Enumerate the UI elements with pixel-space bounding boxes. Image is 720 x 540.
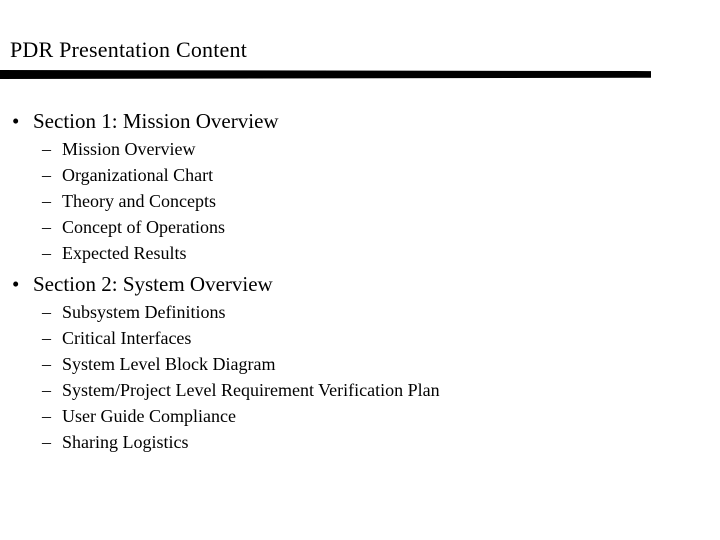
section-2-heading: • Section 2: System Overview (0, 269, 720, 299)
list-item: – Sharing Logistics (0, 429, 720, 455)
dash-icon: – (42, 432, 51, 452)
dash-icon: – (42, 243, 51, 263)
list-item-label: System/Project Level Requirement Verific… (62, 380, 440, 400)
list-item-label: Critical Interfaces (62, 328, 192, 348)
dash-icon: – (42, 328, 51, 348)
section-1-heading: • Section 1: Mission Overview (0, 106, 720, 136)
dash-icon: – (42, 302, 51, 322)
list-item-label: Theory and Concepts (62, 191, 216, 211)
dash-icon: – (42, 165, 51, 185)
list-item: – Mission Overview (0, 136, 720, 162)
section-1-item-list: – Mission Overview – Organizational Char… (0, 136, 720, 266)
list-item: – Critical Interfaces (0, 325, 720, 351)
dash-icon: – (42, 217, 51, 237)
list-item-label: System Level Block Diagram (62, 354, 276, 374)
title-divider-rule (0, 70, 651, 79)
outline-body: • Section 1: Mission Overview – Mission … (0, 106, 720, 455)
list-item-label: User Guide Compliance (62, 406, 236, 426)
slide-footer: RockSat-C 2012 PDR 2 N (0, 482, 720, 540)
dash-icon: – (42, 406, 51, 426)
section-1-heading-label: Section 1: Mission Overview (33, 109, 279, 133)
list-item: – Subsystem Definitions (0, 299, 720, 325)
dash-icon: – (42, 354, 51, 374)
list-item: – Theory and Concepts (0, 188, 720, 214)
page-title: PDR Presentation Content (10, 37, 248, 62)
list-item-label: Mission Overview (62, 139, 196, 159)
list-item-label: Organizational Chart (62, 165, 214, 185)
presentation-slide: PDR Presentation Content • Section 1: Mi… (0, 0, 720, 540)
list-item-label: Concept of Operations (62, 217, 225, 237)
outline-section-1: • Section 1: Mission Overview – Mission … (0, 106, 720, 266)
bullet-icon: • (12, 109, 20, 133)
dash-icon: – (42, 191, 51, 211)
list-item-label: Subsystem Definitions (62, 302, 226, 322)
section-2-heading-label: Section 2: System Overview (33, 272, 273, 296)
bullet-icon: • (12, 272, 20, 296)
list-item: – Organizational Chart (0, 162, 720, 188)
dash-icon: – (42, 380, 51, 400)
list-item-label: Sharing Logistics (62, 432, 189, 452)
dash-icon: – (42, 139, 51, 159)
list-item: – Concept of Operations (0, 214, 720, 240)
list-item: – System/Project Level Requirement Verif… (0, 377, 720, 403)
outline-section-2: • Section 2: System Overview – Subsystem… (0, 269, 720, 455)
list-item-label: Expected Results (62, 243, 187, 263)
list-item: – Expected Results (0, 240, 720, 266)
list-item: – User Guide Compliance (0, 403, 720, 429)
section-2-item-list: – Subsystem Definitions – Critical Inter… (0, 299, 720, 455)
list-item: – System Level Block Diagram (0, 351, 720, 377)
